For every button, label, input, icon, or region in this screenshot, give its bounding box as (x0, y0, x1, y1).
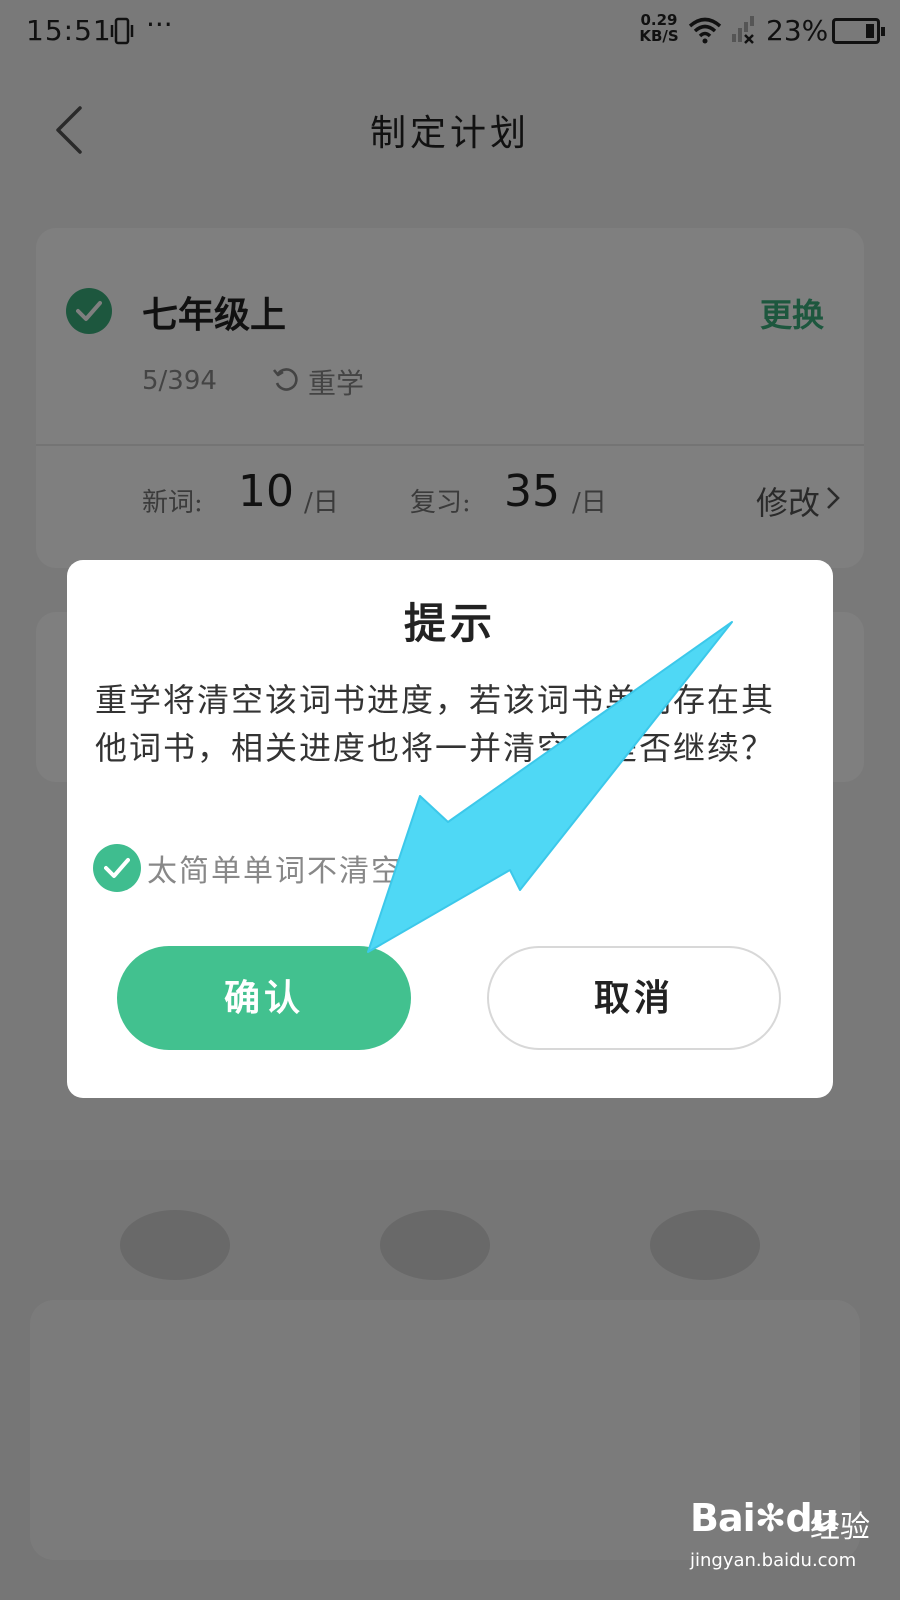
cancel-button[interactable]: 取消 (487, 946, 781, 1050)
annotation-arrow-icon (367, 621, 733, 953)
paw-icon: ✻ (754, 1496, 787, 1540)
baidu-jingyan-watermark: Bai✻du 经验 jingyan.baidu.com (690, 1496, 890, 1592)
keep-easy-words-checkbox[interactable] (93, 844, 141, 892)
confirm-button[interactable]: 确认 (117, 946, 411, 1050)
watermark-text: 经验 (810, 1510, 870, 1545)
watermark-url: jingyan.baidu.com (690, 1550, 857, 1571)
